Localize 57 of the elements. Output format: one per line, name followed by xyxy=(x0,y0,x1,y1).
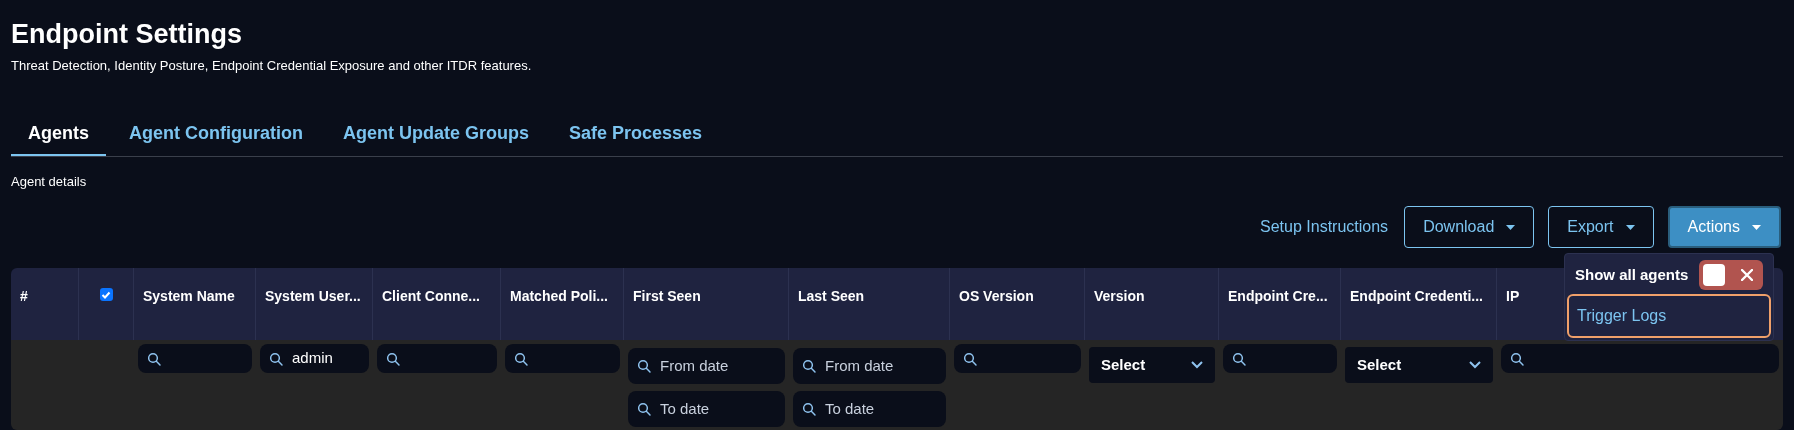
column-header: IP xyxy=(1506,288,1520,304)
search-icon xyxy=(146,350,162,367)
select-dropdown[interactable]: Select xyxy=(1345,347,1493,383)
search-icon xyxy=(962,350,978,367)
search-field[interactable] xyxy=(1223,344,1337,373)
search-icon xyxy=(801,401,817,417)
page-title: Endpoint Settings xyxy=(11,18,243,51)
search-icon xyxy=(385,350,401,367)
search-field[interactable]: admin xyxy=(260,344,369,373)
search-field[interactable] xyxy=(1501,344,1779,373)
column-header: Endpoint Credenti... xyxy=(1350,288,1483,304)
tab[interactable]: Agent Configuration xyxy=(112,113,320,156)
select-dropdown[interactable]: Select xyxy=(1089,347,1215,383)
date-field[interactable]: To date xyxy=(793,391,946,427)
toggle-switch[interactable] xyxy=(1699,260,1763,290)
menu-item[interactable]: Trigger Logs xyxy=(1567,294,1771,338)
tab[interactable]: Agent Update Groups xyxy=(326,113,546,156)
search-field[interactable] xyxy=(377,344,497,373)
column-header: System Name xyxy=(143,288,235,304)
search-icon xyxy=(636,358,652,374)
search-icon xyxy=(801,358,817,374)
dropdown-button[interactable]: Export xyxy=(1548,206,1654,248)
column-header: Last Seen xyxy=(798,288,865,304)
search-icon xyxy=(513,350,529,367)
column-header: # xyxy=(20,288,28,304)
tab[interactable]: Safe Processes xyxy=(552,113,720,156)
section-label: Agent details xyxy=(11,172,88,191)
search-field[interactable] xyxy=(138,344,252,373)
column-header: First Seen xyxy=(633,288,701,304)
page-subtitle: Threat Detection, Identity Posture, Endpoint Credential Exposure and other ITDR features. xyxy=(11,57,533,75)
search-field[interactable] xyxy=(505,344,620,373)
date-field[interactable]: From date xyxy=(628,348,785,384)
caret-icon xyxy=(1625,224,1635,230)
tab[interactable]: Agents xyxy=(11,113,106,156)
column-header: System User... xyxy=(265,288,361,304)
select-all-checkbox[interactable] xyxy=(99,288,113,301)
setup-instructions-link[interactable]: Setup Instructions xyxy=(1260,215,1389,239)
column-header: Endpoint Cre... xyxy=(1228,288,1328,304)
column-header: OS Version xyxy=(959,288,1034,304)
search-field[interactable] xyxy=(954,344,1081,373)
chevron-down-icon xyxy=(1469,361,1481,369)
column-header: Matched Poli... xyxy=(510,288,608,304)
column-header: Version xyxy=(1094,288,1145,304)
search-icon xyxy=(636,401,652,417)
search-icon xyxy=(1509,350,1525,367)
caret-icon xyxy=(1752,224,1761,230)
date-field[interactable]: From date xyxy=(793,348,946,384)
caret-icon xyxy=(1506,224,1516,230)
dropdown-button[interactable]: Download xyxy=(1404,206,1535,248)
column-header: Client Conne... xyxy=(382,288,480,304)
close-icon xyxy=(1741,269,1753,281)
search-icon xyxy=(268,350,284,367)
toggle-label: Show all agents xyxy=(1575,264,1689,285)
actions-button[interactable]: Actions xyxy=(1667,206,1781,248)
date-field[interactable]: To date xyxy=(628,391,785,427)
chevron-down-icon xyxy=(1191,361,1203,369)
search-icon xyxy=(1231,350,1247,367)
